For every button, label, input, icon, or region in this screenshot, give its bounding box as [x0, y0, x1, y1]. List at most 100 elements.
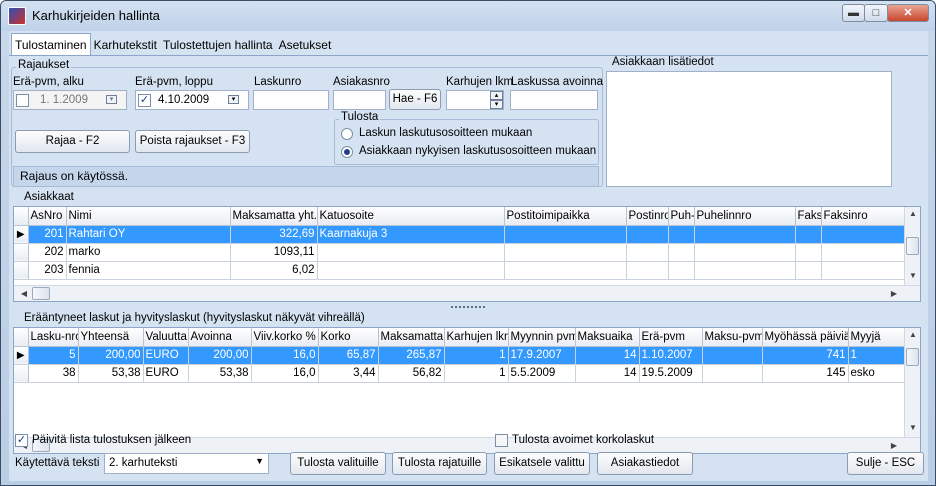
scroll-up-icon[interactable]: ▲	[905, 330, 920, 339]
cell[interactable]: 56,82	[378, 364, 445, 383]
cell[interactable]: EURO	[143, 346, 189, 365]
col-header[interactable]: Karhujen lkm	[444, 328, 509, 347]
date-end-checkbox[interactable]: ✓	[138, 94, 151, 107]
cell[interactable]: 1093,11	[230, 243, 318, 262]
print-option-customer-address-radio[interactable]	[341, 146, 353, 158]
table-row[interactable]: 203 fennia 6,02	[14, 261, 907, 280]
cell[interactable]	[626, 243, 669, 262]
scroll-down-icon[interactable]: ▼	[905, 271, 920, 280]
cell[interactable]: 19.5.2009	[639, 364, 703, 383]
tab-tulostettujen-hallinta[interactable]: Tulostettujen hallinta	[160, 34, 276, 55]
cell[interactable]: 3,44	[318, 364, 379, 383]
col-header[interactable]: Maksamatta yht.	[230, 207, 318, 226]
print-selected-button[interactable]: Tulosta valituille	[290, 452, 386, 475]
cell[interactable]: 16,0	[251, 346, 319, 365]
customer-info-textarea[interactable]	[606, 71, 892, 187]
scroll-up-icon[interactable]: ▲	[905, 209, 920, 218]
cell[interactable]: 200,00	[78, 346, 144, 365]
cell[interactable]	[504, 261, 627, 280]
cell[interactable]	[626, 261, 669, 280]
cell[interactable]: EURO	[143, 364, 189, 383]
col-header[interactable]: Korko	[318, 328, 379, 347]
col-header[interactable]: Maksamatta	[378, 328, 445, 347]
col-header[interactable]: Viiv.korko %	[251, 328, 319, 347]
close-button[interactable]: ✕	[887, 4, 929, 22]
col-header[interactable]: Postitoimipaikka	[504, 207, 627, 226]
cell[interactable]	[694, 243, 796, 262]
cell[interactable]	[668, 225, 695, 244]
chevron-down-icon[interactable]: ▼	[255, 456, 264, 466]
spin-up-icon[interactable]: ▴	[490, 91, 503, 100]
refresh-list-checkbox[interactable]: ✓	[15, 434, 28, 447]
col-header[interactable]: Yhteensä	[78, 328, 144, 347]
customers-vertical-scrollbar[interactable]: ▲ ▼	[904, 207, 920, 285]
preview-selected-button[interactable]: Esikatsele valittu	[494, 452, 590, 475]
col-header[interactable]: Katuosoite	[317, 207, 505, 226]
col-header[interactable]: Nimi	[66, 207, 231, 226]
date-end-field[interactable]: ✓ 4.10.2009 ▾	[135, 90, 249, 110]
cell[interactable]: 1	[444, 364, 509, 383]
tab-tulostaminen[interactable]: Tulostaminen	[11, 33, 91, 56]
tab-asetukset[interactable]: Asetukset	[276, 34, 335, 55]
cell[interactable]	[821, 225, 907, 244]
cell[interactable]: 203	[28, 261, 67, 280]
cell[interactable]: 322,69	[230, 225, 318, 244]
cell[interactable]	[668, 261, 695, 280]
cell[interactable]: 741	[762, 346, 849, 365]
cell[interactable]	[702, 346, 763, 365]
spin-down-icon[interactable]: ▾	[490, 100, 503, 109]
cell[interactable]: 201	[28, 225, 67, 244]
cell[interactable]: Kaarnakuja 3	[317, 225, 505, 244]
cell[interactable]	[795, 261, 822, 280]
cell[interactable]: Rahtari OY	[66, 225, 231, 244]
col-header[interactable]: Myöhässä päiviä	[762, 328, 849, 347]
cell[interactable]	[317, 261, 505, 280]
scroll-right-icon[interactable]: ▶	[886, 441, 902, 450]
table-row[interactable]: 38 53,38 EURO 53,38 16,0 3,44 56,82 1 5.…	[14, 364, 907, 383]
cell[interactable]: marko	[66, 243, 231, 262]
open-on-invoice-input[interactable]	[510, 90, 598, 110]
splitter-handle[interactable]	[451, 306, 485, 309]
cell[interactable]	[795, 225, 822, 244]
cell[interactable]: 265,87	[378, 346, 445, 365]
cell[interactable]	[702, 364, 763, 383]
scroll-down-icon[interactable]: ▼	[905, 423, 920, 432]
col-header[interactable]: Erä-pvm	[639, 328, 703, 347]
cell[interactable]: 38	[28, 364, 79, 383]
col-header[interactable]: Valuutta	[143, 328, 189, 347]
print-filtered-button[interactable]: Tulosta rajatuille	[392, 452, 487, 475]
cell[interactable]: 1	[848, 346, 907, 365]
cell[interactable]: 5.5.2009	[508, 364, 576, 383]
customers-horizontal-scrollbar[interactable]: ◀ ▶	[14, 285, 920, 301]
find-button[interactable]: Hae - F6	[389, 89, 441, 110]
cell[interactable]: 202	[28, 243, 67, 262]
cell[interactable]: 65,87	[318, 346, 379, 365]
cell[interactable]	[668, 243, 695, 262]
cell[interactable]	[694, 225, 796, 244]
cell[interactable]: 14	[575, 364, 640, 383]
col-header[interactable]: Maksu-pvm	[702, 328, 763, 347]
invoices-vertical-scrollbar[interactable]: ▲ ▼	[904, 328, 920, 437]
maximize-button[interactable]: □	[864, 4, 888, 22]
cell[interactable]: 1.10.2007	[639, 346, 703, 365]
cell[interactable]	[626, 225, 669, 244]
cell[interactable]: 53,38	[188, 364, 252, 383]
table-row[interactable]: 202 marko 1093,11	[14, 243, 907, 262]
close-dialog-button[interactable]: Sulje - ESC	[847, 452, 924, 475]
cell[interactable]: esko	[848, 364, 907, 383]
cell[interactable]	[821, 243, 907, 262]
cell[interactable]: 14	[575, 346, 640, 365]
col-header[interactable]: Maksuaika	[575, 328, 640, 347]
col-header[interactable]: Faksinro	[821, 207, 907, 226]
table-row[interactable]: ▶ 201 Rahtari OY 322,69 Kaarnakuja 3	[14, 225, 907, 244]
calendar-icon[interactable]: ▾	[106, 95, 117, 104]
col-header[interactable]: Puhelinnro	[694, 207, 796, 226]
print-option-invoice-address-radio[interactable]	[341, 128, 353, 140]
scroll-left-icon[interactable]: ◀	[16, 289, 32, 298]
scroll-thumb[interactable]	[32, 287, 50, 300]
scroll-thumb[interactable]	[906, 348, 919, 366]
col-header[interactable]: Lasku-nro	[28, 328, 79, 347]
cell[interactable]	[504, 243, 627, 262]
cell[interactable]	[795, 243, 822, 262]
invoice-no-input[interactable]	[253, 90, 329, 110]
